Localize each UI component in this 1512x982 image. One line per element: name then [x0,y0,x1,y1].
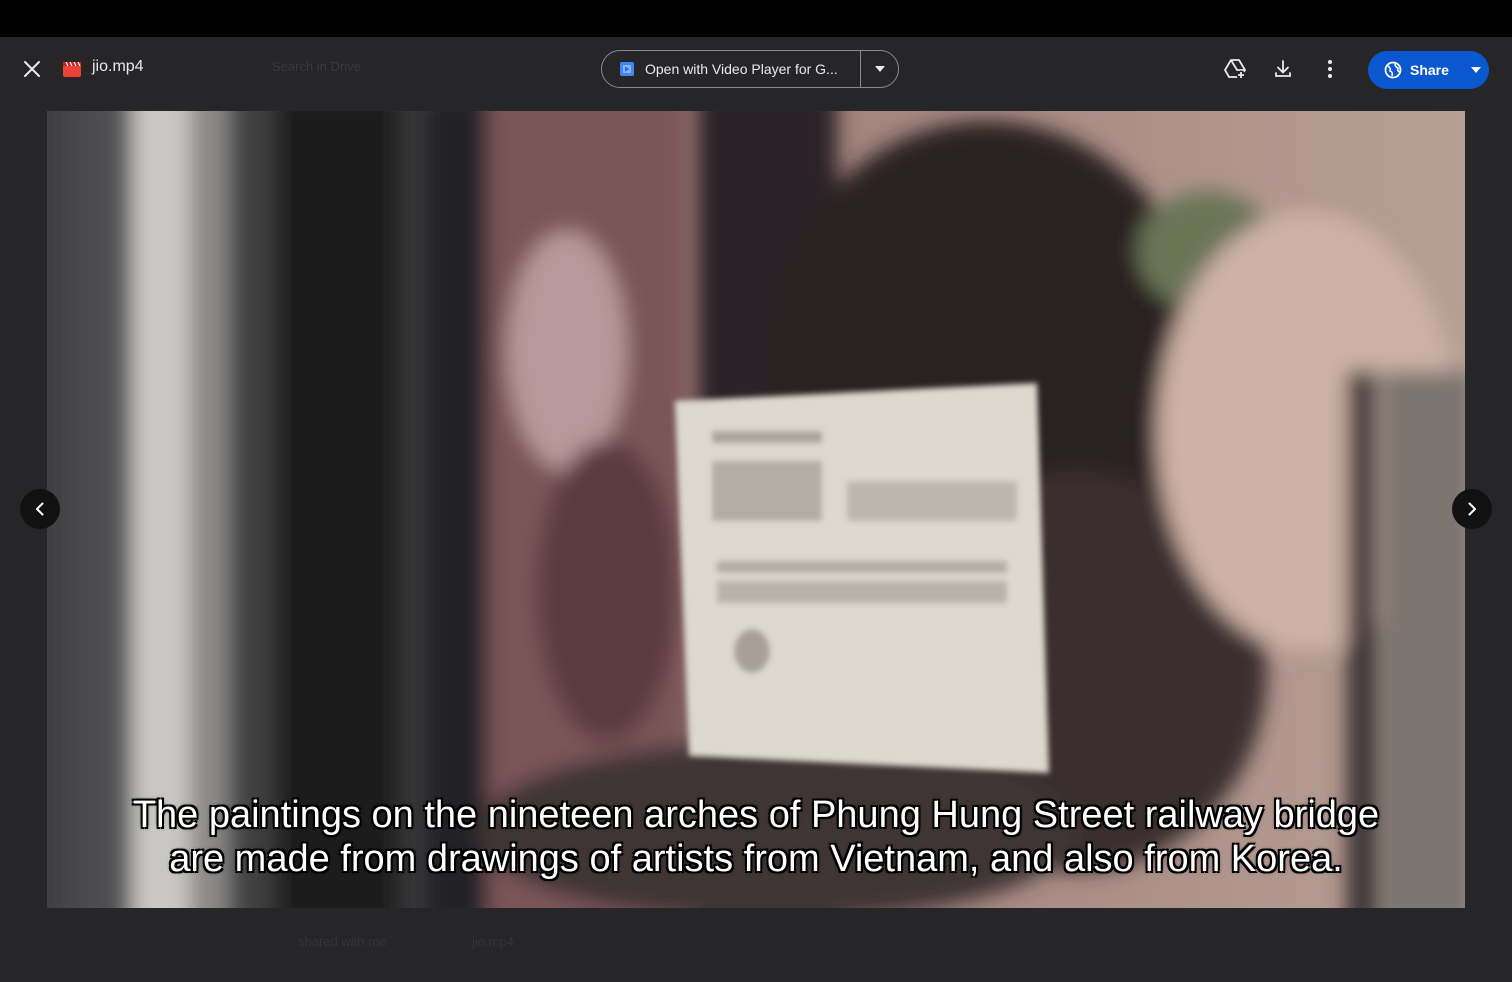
previous-file-button[interactable] [20,489,60,529]
open-with-label: Open with Video Player for G... [645,61,838,77]
drive-video-viewer: jio.mp4 Search in Drive Open with Video … [0,37,1512,982]
more-actions-button[interactable] [1316,55,1344,83]
caret-down-icon [1470,67,1481,73]
share-dropdown[interactable] [1462,51,1489,89]
viewer-toolbar: jio.mp4 Search in Drive Open with Video … [0,37,1512,101]
share-split-button: Share [1368,51,1489,89]
chevron-left-icon [36,502,44,516]
background-search-ghost: Search in Drive [272,59,361,74]
video-frame-image [47,111,1465,908]
video-player-app-icon [620,62,634,76]
video-player[interactable]: The paintings on the nineteen arches of … [47,111,1465,908]
background-owner-ghost: shared with me [298,934,387,949]
close-icon [24,61,40,77]
top-strip [0,0,1512,37]
open-with-dropdown[interactable] [860,51,898,87]
download-icon [1275,60,1291,77]
subtitle-line-1: The paintings on the nineteen arches of … [132,794,1380,836]
subtitle-line-2: are made from drawings of artists from V… [169,838,1343,880]
background-location-ghost: jio.mp4 [472,934,514,949]
open-with-button[interactable]: Open with Video Player for G... [602,51,860,87]
chevron-right-icon [1468,502,1476,516]
video-file-icon [63,61,81,77]
add-shortcut-to-drive-button[interactable] [1221,55,1249,83]
share-button[interactable]: Share [1368,51,1462,89]
next-file-button[interactable] [1452,489,1492,529]
drive-add-icon [1224,59,1246,80]
globe-icon [1384,61,1402,79]
more-vert-icon [1328,60,1332,78]
download-button[interactable] [1269,55,1297,83]
open-with-split-button: Open with Video Player for G... [601,50,899,88]
share-label: Share [1410,62,1449,78]
file-name: jio.mp4 [92,58,144,75]
caret-down-icon [874,66,885,72]
close-button[interactable] [16,53,48,85]
